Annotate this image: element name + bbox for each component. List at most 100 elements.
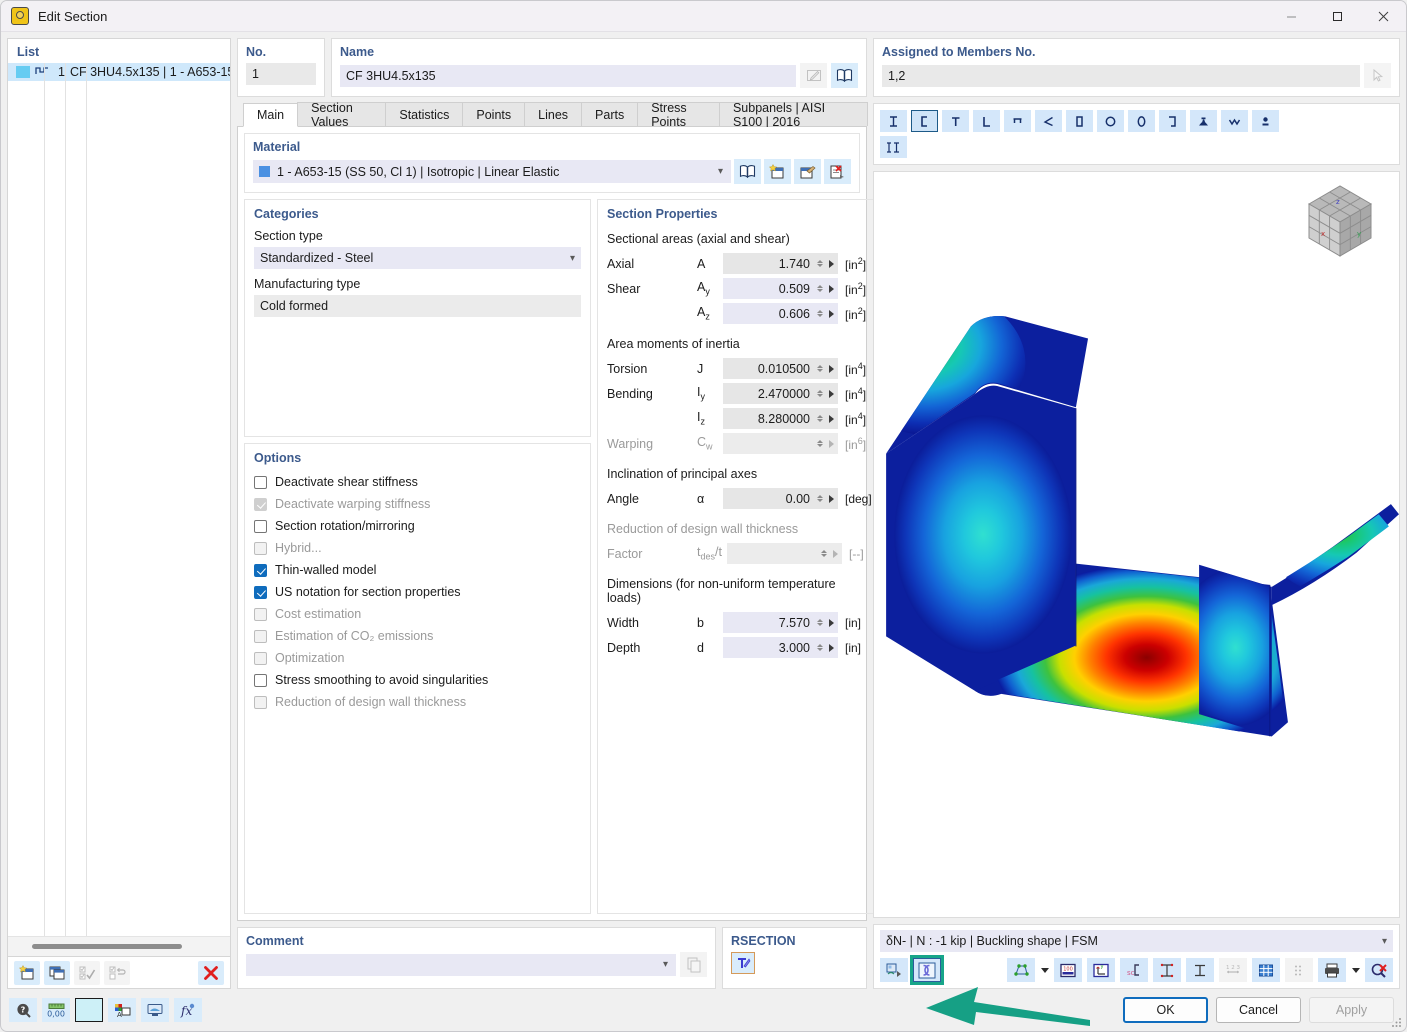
checkbox-icon[interactable] [254,673,267,687]
chevron-down-icon[interactable] [1352,967,1360,973]
property-value[interactable]: 8.280000 [723,408,815,429]
view-settings-button[interactable] [141,998,169,1022]
shape-angle-sloped-button[interactable] [1035,110,1062,132]
section-3d-preview[interactable]: z x y [873,171,1400,918]
ok-button[interactable]: OK [1123,997,1208,1023]
option-thin-walled-model[interactable]: Thin-walled model [254,559,581,581]
shape-dot-button[interactable] [1252,110,1279,132]
expand-arrow-icon[interactable] [824,358,838,379]
shear-center-button[interactable]: sc [1120,958,1148,982]
edit-material-button[interactable] [794,159,821,184]
material-info-button[interactable] [824,159,851,184]
checkbox-icon[interactable] [254,475,267,489]
expand-arrow-icon[interactable] [824,408,838,429]
shape-corrugated-button[interactable] [1221,110,1248,132]
color-button[interactable] [75,998,103,1022]
spinner-icon[interactable] [815,358,824,379]
dimensions-button[interactable] [1153,958,1181,982]
list-horizontal-scrollbar[interactable] [8,936,230,956]
axis-system-button[interactable]: y [1087,958,1115,982]
units-button[interactable]: 0,00 [42,998,70,1022]
shape-rect-hollow-button[interactable] [1066,110,1093,132]
tab-statistics[interactable]: Statistics [385,102,464,126]
expand-arrow-icon[interactable] [824,612,838,633]
property-value[interactable]: 0.010500 [723,358,815,379]
copy-section-button[interactable] [44,960,70,985]
new-material-button[interactable] [764,159,791,184]
section-list[interactable]: 1 CF 3HU4.5x135 | 1 - A653-15 (SS [8,63,230,936]
print-button[interactable] [1318,958,1346,982]
delete-section-button[interactable] [198,960,224,985]
section-name-input[interactable]: CF 3HU4.5x135 [340,64,796,87]
property-value[interactable]: 1.740 [723,253,815,274]
colors-scale-button[interactable]: 100 [1054,958,1082,982]
property-value[interactable]: 0.606 [723,303,815,324]
spinner-icon[interactable] [815,488,824,509]
minimize-icon[interactable] [1268,1,1314,32]
open-rsection-button[interactable] [731,952,755,974]
material-select[interactable]: 1 - A653-15 (SS 50, Cl 1) | Isotropic | … [253,160,731,183]
shape-i-button[interactable] [880,110,907,132]
material-library-button[interactable] [734,159,761,184]
section-library-button[interactable] [831,63,858,88]
shape-z-button[interactable] [1159,110,1186,132]
shape-rail-button[interactable] [1190,110,1217,132]
option-section-rotation-mirroring[interactable]: Section rotation/mirroring [254,515,581,537]
new-section-button[interactable] [14,960,40,985]
tab-section-values[interactable]: Section Values [297,101,387,129]
expand-arrow-icon[interactable] [824,303,838,324]
option-us-notation[interactable]: US notation for section properties [254,581,581,603]
shape-circle-hollow-button[interactable] [1097,110,1124,132]
tab-parts[interactable]: Parts [581,102,639,126]
help-button[interactable]: ? [9,998,37,1022]
render-toggle-button[interactable] [880,958,908,982]
clear-results-button[interactable] [1365,958,1393,982]
checkbox-icon[interactable] [254,519,267,533]
chevron-down-icon[interactable] [1041,967,1049,973]
expand-arrow-icon[interactable] [824,278,838,299]
expand-arrow-icon[interactable] [824,488,838,509]
spinner-icon[interactable] [815,637,824,658]
section-type-select[interactable]: Standardized - Steel ▾ [254,247,581,269]
shape-oval-button[interactable] [1128,110,1155,132]
expand-arrow-icon[interactable] [824,253,838,274]
resize-grip[interactable] [1390,1016,1402,1028]
result-select[interactable]: δN- | N : -1 kip | Buckling shape | FSM … [880,930,1393,952]
shape-tee-flat-button[interactable] [1004,110,1031,132]
spinner-icon[interactable] [815,408,824,429]
grid-button[interactable] [1252,958,1280,982]
spinner-icon[interactable] [815,612,824,633]
expand-arrow-icon[interactable] [824,637,838,658]
formula-button[interactable]: fx [174,998,202,1022]
spinner-icon[interactable] [815,253,824,274]
tab-subpanels[interactable]: Subpanels | AISI S100 | 2016 [718,101,868,129]
display-properties-button[interactable] [1007,958,1035,982]
option-stress-smoothing[interactable]: Stress smoothing to avoid singularities [254,669,581,691]
property-value[interactable]: 7.570 [723,612,815,633]
checkbox-icon[interactable] [254,563,267,577]
shape-t-button[interactable] [942,110,969,132]
option-deactivate-shear-stiffness[interactable]: Deactivate shear stiffness [254,471,581,493]
tab-lines[interactable]: Lines [524,102,583,126]
shape-combined-button[interactable] [880,136,907,158]
spinner-icon[interactable] [815,383,824,404]
expand-arrow-icon[interactable] [824,383,838,404]
section-no-input[interactable]: 1 [246,63,316,85]
property-value[interactable]: 0.00 [723,488,815,509]
property-value[interactable]: 2.470000 [723,383,815,404]
list-item[interactable]: 1 CF 3HU4.5x135 | 1 - A653-15 (SS [8,63,230,81]
comment-input[interactable]: ▾ [246,953,676,976]
tab-main[interactable]: Main [243,103,299,127]
property-value[interactable]: 3.000 [723,637,815,658]
property-value[interactable]: 0.509 [723,278,815,299]
maximize-icon[interactable] [1314,1,1360,32]
display-settings-button[interactable]: A [108,998,136,1022]
cancel-button[interactable]: Cancel [1216,997,1301,1023]
spinner-icon[interactable] [815,278,824,299]
spinner-icon[interactable] [815,303,824,324]
dimension-depth-button[interactable] [1186,958,1214,982]
checkbox-icon[interactable] [254,585,267,599]
close-icon[interactable] [1360,1,1406,32]
deformation-view-button[interactable] [910,955,944,985]
shape-channel-button[interactable] [911,110,938,132]
